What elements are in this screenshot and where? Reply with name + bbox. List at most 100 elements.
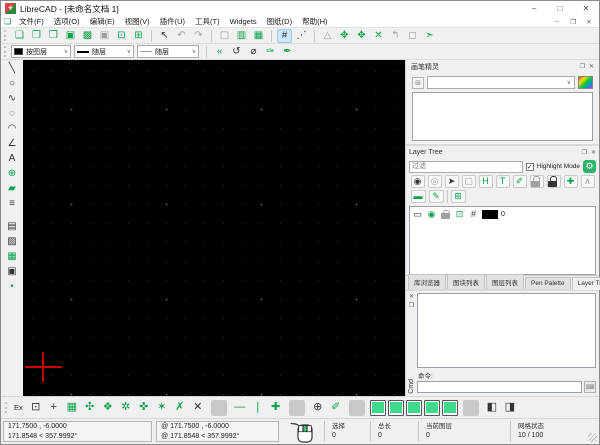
polyline-tool-icon[interactable]: ∠ [5,136,20,151]
toolbar-drag-handle[interactable] [4,46,8,57]
snap-intersection-icon[interactable]: ✗ [172,400,188,416]
grid-toggle-icon[interactable]: # [277,29,292,43]
isometric-grid-icon[interactable]: ⋰ [294,29,309,43]
back-icon[interactable]: « [212,45,227,59]
lock-relative-zero-icon[interactable]: ✐ [328,400,344,416]
spline-tool-icon[interactable]: ∿ [5,91,20,106]
redo-icon[interactable]: ↷ [191,29,206,43]
layer-color-swatch[interactable] [482,210,498,219]
zoom-window-icon[interactable]: ◻ [405,29,420,43]
menu-file[interactable]: 文件(F) [14,16,49,27]
pointer-mode-icon[interactable]: ➤ [445,175,459,188]
command-history[interactable] [417,293,596,368]
zoom-out-icon[interactable]: ✥ [354,29,369,43]
split-view-vertical-icon[interactable]: ▦ [251,29,266,43]
color-combobox[interactable]: 按图层 ∨ [11,45,71,58]
snap-center-icon[interactable]: ✲ [118,400,134,416]
line-tool-icon[interactable]: ╲ [5,61,20,76]
menu-edit[interactable]: 编辑(E) [85,16,120,27]
tab-pen-palette[interactable]: Pen Palette [525,277,571,289]
tab-block-list[interactable]: 图块列表 [447,274,485,289]
command-float-button[interactable]: ❐ [409,302,414,309]
keyboard-icon[interactable]: ⌨ [584,381,596,393]
view-mode-1-icon[interactable] [370,400,386,416]
restrict-horizontal-icon[interactable]: — [232,400,248,416]
pen-wizard-add-button[interactable]: ⊞ [412,77,424,89]
layer-lock-icon[interactable] [440,209,451,220]
draft-mode-icon[interactable]: △ [320,29,335,43]
zoom-in-icon[interactable]: ✥ [337,29,352,43]
toolbar-drag-handle[interactable] [5,402,9,413]
match-layers-icon[interactable]: ▢ [462,175,476,188]
mdi-close-button[interactable]: ✕ [581,18,597,26]
menu-drawing[interactable]: 图纸(D) [262,16,297,27]
menu-view[interactable]: 视图(V) [120,16,155,27]
layer-helper-icon[interactable]: # [468,209,479,220]
line-type-combobox[interactable]: 随层 ∨ [137,45,199,58]
restrict-nothing-icon[interactable]: ✚ [268,400,284,416]
save-icon[interactable]: ▣ [63,29,78,43]
delete-selected-icon[interactable]: ⌀ [246,45,261,59]
tab-layer-list[interactable]: 图层列表 [486,274,524,289]
add-sublayer-icon[interactable]: ⊞ [451,190,466,203]
new-file-icon[interactable]: ❏ [12,29,27,43]
layer-print-icon[interactable]: ⊡ [454,209,465,220]
close-button[interactable]: ✕ [573,1,599,16]
minimize-button[interactable]: – [521,1,547,16]
add-layer-icon[interactable]: ✚ [564,175,578,188]
group-t-icon[interactable]: T [496,175,510,188]
maximize-button[interactable]: □ [547,1,573,16]
view-mode-4-icon[interactable] [424,400,440,416]
snap-endpoint-icon[interactable]: ✣ [82,400,98,416]
layer-visible-icon[interactable]: ◉ [426,209,437,220]
pen-apply-icon[interactable]: ✒ [280,45,295,59]
image-tool-icon[interactable]: ▦ [5,249,20,264]
snap-ortho-grid-icon[interactable]: ▦ [64,400,80,416]
command-ex-label[interactable]: Ex [14,403,23,412]
hatch-pattern-icon[interactable]: ▨ [5,234,20,249]
snap-grid-icon[interactable]: + [46,400,62,416]
snap-free-icon[interactable]: ⊡ [28,400,44,416]
previous-view-icon[interactable]: ↰ [388,29,403,43]
line-width-combobox[interactable]: 随层 ∨ [74,45,134,58]
pen-wizard-float-button[interactable]: ❐ [580,63,585,70]
highlight-mode-checkbox[interactable]: ✓ [526,163,534,171]
snap-entity-icon[interactable]: ❖ [100,400,116,416]
hatch-tool-icon[interactable]: ▰ [5,181,20,196]
restrict-vertical-icon[interactable]: | [250,400,266,416]
menu-plugins[interactable]: 插件(U) [155,16,190,27]
view-mode-5-icon[interactable] [442,400,458,416]
layer-construction-icon[interactable]: ▭ [412,209,423,220]
save-as-icon[interactable]: ▩ [80,29,95,43]
save-all-icon[interactable]: ▣ [97,29,112,43]
new-from-template-icon[interactable]: ❐ [29,29,44,43]
pen-color-picker-button[interactable] [578,76,593,89]
toolbar-drag-handle[interactable] [4,30,8,41]
hide-all-layers-icon[interactable]: ◎ [428,175,442,188]
view-mode-2-icon[interactable] [388,400,404,416]
paint-layers-icon[interactable]: ✐ [513,175,527,188]
dimension-tool-icon[interactable]: A [5,151,20,166]
show-all-layers-icon[interactable]: ◉ [411,175,425,188]
dock-left-toggle-icon[interactable]: ◧ [484,400,500,416]
pen-wizard-close-button[interactable]: ✕ [589,63,594,70]
entity-attributes-icon[interactable]: ↺ [229,45,244,59]
unlock-layer-icon[interactable] [530,175,544,188]
layer-tree-close-button[interactable]: ✕ [591,149,596,156]
layer-list[interactable]: ▭◉⊡# 0 [409,206,596,275]
menu-options[interactable]: 选项(O) [49,16,85,27]
snap-distance-icon[interactable]: ✶ [154,400,170,416]
gear-icon[interactable]: ⚙ [583,160,596,173]
zoom-pan-icon[interactable]: ➣ [422,29,437,43]
command-input[interactable] [417,381,582,393]
view-mode-3-icon[interactable] [406,400,422,416]
mdi-minimize-button[interactable]: – [549,18,565,26]
drawing-canvas[interactable] [23,60,405,396]
edit-layer-icon[interactable]: ✎ [429,190,444,203]
circle-tool-icon[interactable]: ○ [5,76,20,91]
mdi-restore-button[interactable]: ❐ [565,18,581,26]
text-tool-icon[interactable]: ▤ [5,219,20,234]
menu-tools[interactable]: 工具(T) [190,16,225,27]
group-h-icon[interactable]: H [479,175,493,188]
pen-status-icon[interactable]: • [5,279,20,294]
